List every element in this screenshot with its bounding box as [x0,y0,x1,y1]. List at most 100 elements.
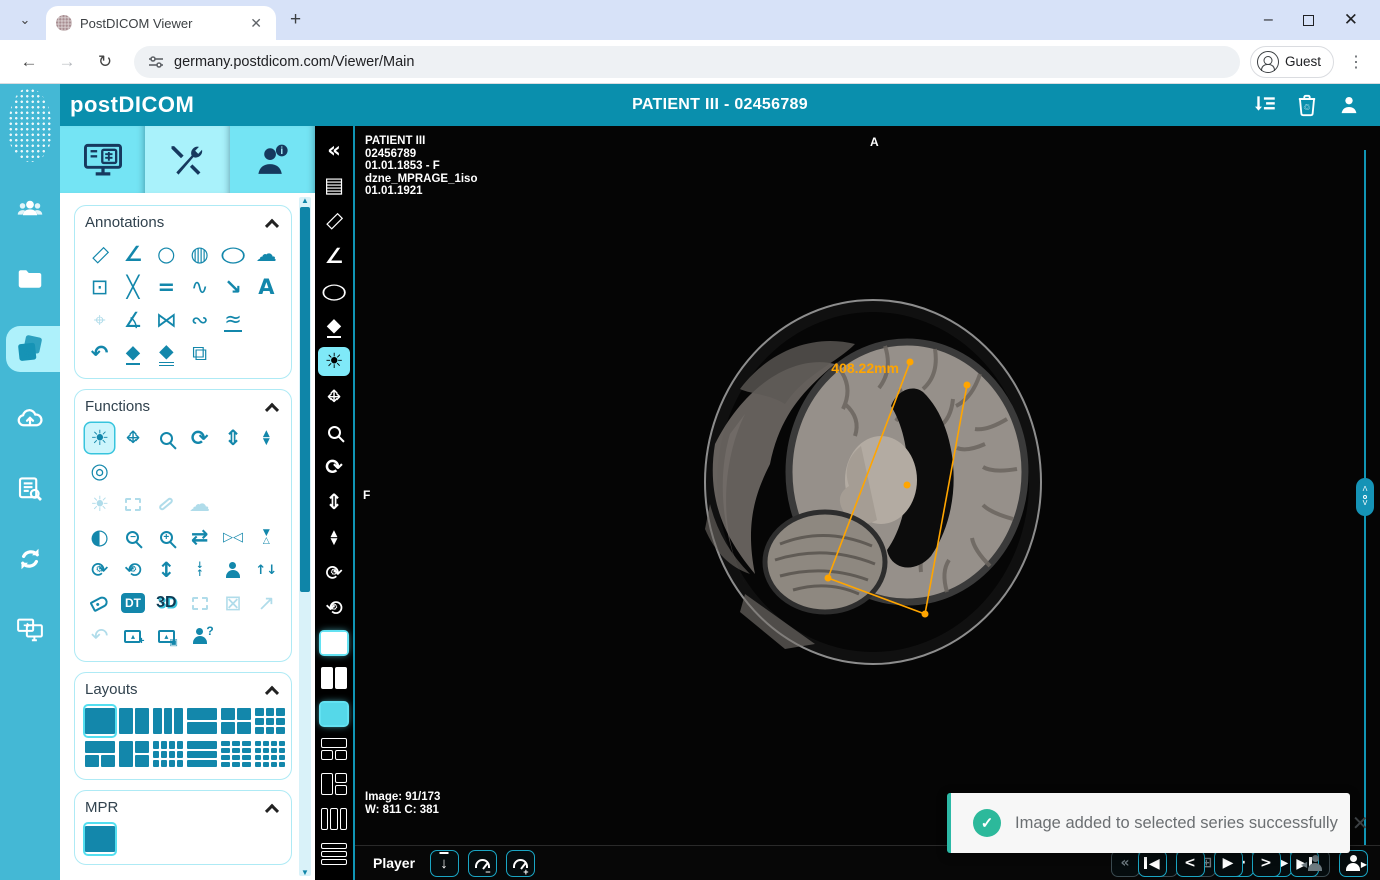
panel-scrollbar[interactable]: ▲ ▼ [299,197,311,876]
three-d-button[interactable]: 3D [152,588,181,618]
cine-stack-button[interactable]: ▲▼ [318,523,350,552]
tab-close-icon[interactable]: ✕ [246,15,266,32]
reset-rotation-button[interactable]: ⟳⚙ [318,558,350,587]
profile-button[interactable]: Guest [1250,46,1334,78]
address-bar[interactable]: germany.postdicom.com/Viewer/Main [134,46,1240,78]
sidebar-item-upload[interactable] [0,396,60,442]
account-button[interactable] [1336,92,1362,118]
ruler-button[interactable]: ▭ [318,206,350,235]
forward-button[interactable]: → [52,47,82,77]
speed-down-button[interactable] [468,850,497,877]
closed-freehand-button[interactable]: ∾ [185,305,214,335]
scroll-stack-button[interactable]: ⇕ [318,488,350,517]
roi-rect-button[interactable]: ⊡ [85,272,114,302]
tab-search-chevron-icon[interactable]: ⌄ [12,7,38,33]
measurement-annotation[interactable]: 408.22mm [355,126,1380,845]
flip-horizontal-button[interactable]: ⇄ [185,522,214,552]
arrow-button[interactable]: ↘ [218,272,247,302]
ruler-button[interactable]: ▭ [85,239,114,269]
close-button[interactable]: ✕ [1344,10,1358,30]
cobb-angle-button[interactable]: ⋈ [152,305,181,335]
tag-button[interactable] [85,588,114,618]
person-question-button[interactable]: ? [185,621,214,651]
mirror-horizontal-button[interactable]: ▷◁ [218,522,247,552]
mpr-layout-1-button[interactable] [85,824,115,854]
polyline-button[interactable]: ∿ [185,272,214,302]
browser-menu-button[interactable]: ⋮ [1342,52,1370,72]
toolbar-layout-1top-2bottom-button[interactable] [318,734,350,763]
rotate-button[interactable]: ⟳ [185,423,214,453]
hatched-circle-button[interactable]: ◍ [185,239,214,269]
toolbar-layout-3rows-button[interactable] [318,840,350,869]
window-level-button[interactable]: ☀ [85,423,114,453]
dicom-viewport[interactable]: 408.22mm PATIENT III 02456789 01.01.1853… [355,126,1380,845]
layout-1x2-button[interactable] [119,706,149,736]
next-patient-button[interactable]: ▶ [1339,850,1368,877]
back-button[interactable]: ← [14,47,44,77]
target-button[interactable]: ◎ [85,456,114,486]
layout-2x1-button[interactable] [187,706,217,736]
layout-4x4-button[interactable] [255,739,285,769]
spline-wave-button[interactable]: ≈ [218,305,247,335]
window-level-button[interactable]: ☀ [318,347,350,376]
layout-3rows-button[interactable] [187,739,217,769]
angle-button[interactable]: ∠ [118,239,147,269]
tab-tools[interactable] [145,126,230,193]
add-image-button[interactable] [118,621,147,651]
sidebar-item-sync[interactable] [0,536,60,582]
collapse-chevron-icon[interactable] [265,403,279,417]
tab-info[interactable]: i [230,126,315,193]
sidebar-item-users[interactable] [0,186,60,232]
eraser-button[interactable]: ⬥ [318,312,350,341]
circle-button[interactable]: ○ [152,239,181,269]
pan-button[interactable]: ↔↕ [318,382,350,411]
zoom-in-button[interactable] [152,522,181,552]
layout-2x2-button[interactable] [221,706,251,736]
angle-lines-button[interactable]: ∡ [118,305,147,335]
angle-button[interactable]: ∠ [318,242,350,271]
previous-image-button[interactable]: < [1176,850,1205,877]
reset-window-button[interactable]: ⟲⚙ [318,593,350,622]
mirror-vertical-button[interactable]: ▼△ [252,522,281,552]
layout-1x1-button[interactable] [85,706,115,736]
scroll-stack-button[interactable]: ⇕ [218,423,247,453]
erase-all-annotations-button[interactable]: ⬥ [152,338,181,368]
collapse-chevron-icon[interactable] [265,219,279,233]
new-tab-button[interactable]: + [290,9,301,31]
collapse-vertical-button[interactable]: ↓↑ [185,555,214,585]
report-view-button[interactable]: ▤ [318,171,350,200]
layout-1x3-button[interactable] [153,706,183,736]
save-annotation-button[interactable]: ⧉ [185,338,214,368]
ellipse-button[interactable]: ○ [318,277,350,306]
collapse-chevron-icon[interactable] [265,804,279,818]
play-button[interactable]: ▶ [1214,850,1243,877]
pan-button[interactable]: ↔↕ [118,423,147,453]
minimize-button[interactable]: – [1264,11,1273,29]
series-scrollbar-thumb[interactable]: ᐱ ᐯ [1356,478,1374,516]
ellipse-button[interactable]: ○ [218,239,247,269]
layout-3x3-button[interactable] [255,706,285,736]
cross-measure-button[interactable]: ╳ [118,272,147,302]
browser-tab[interactable]: PostDICOM Viewer ✕ [46,6,276,40]
layout-4x3-button[interactable] [153,739,183,769]
maximize-button[interactable] [1303,15,1314,26]
layout-1top-2bottom-button[interactable] [85,739,115,769]
invert-button[interactable]: ◐ [85,522,114,552]
reset-window-button[interactable]: ⟲⚙ [118,555,147,585]
toolbar-layout-3cols-button[interactable] [318,805,350,834]
patient-orientation-button[interactable] [218,555,247,585]
zoom-button[interactable] [152,423,181,453]
collapse-panel-button[interactable]: « [318,136,350,165]
zoom-out-button[interactable] [118,522,147,552]
sort-images-button[interactable]: ↑↓ [252,555,281,585]
scroll-down-icon[interactable]: ▼ [301,868,309,877]
speed-up-button[interactable] [506,850,535,877]
reload-button[interactable]: ↻ [90,47,120,77]
toast-close-icon[interactable]: ✕ [1352,811,1369,836]
layout-3x4-button[interactable] [221,739,251,769]
layout-1left-2right-button[interactable] [119,739,149,769]
dicom-tags-button[interactable]: DT [118,588,147,618]
sidebar-item-share[interactable] [0,606,60,652]
collapse-chevron-icon[interactable] [265,686,279,700]
toolbar-layout-1x2-button[interactable] [318,664,350,693]
